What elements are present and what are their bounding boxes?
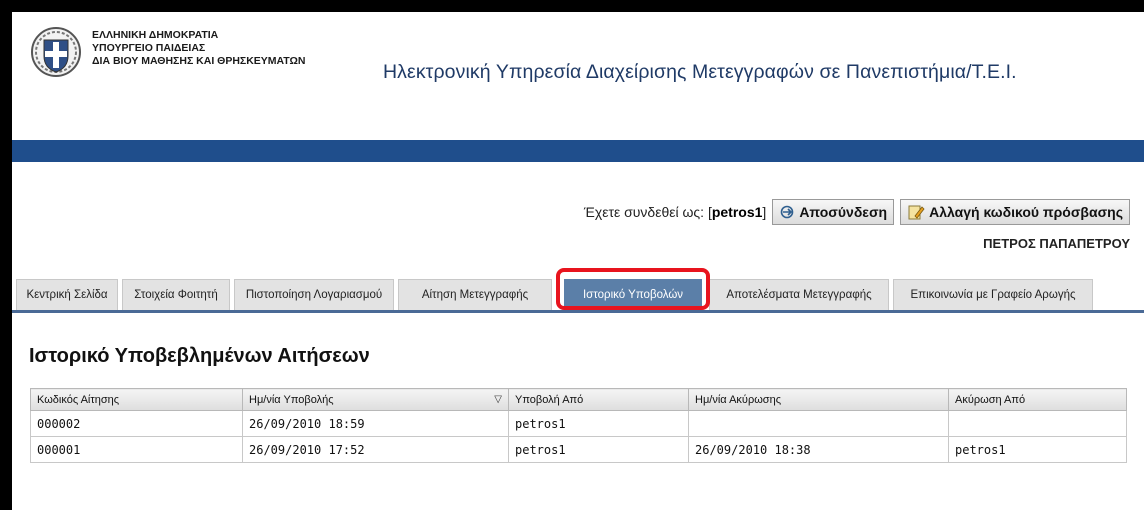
user-bar: Έχετε συνδεθεί ως: [petros1] Αποσύνδεση … [584,199,1130,225]
ministry-line-2: ΥΠΟΥΡΓΕΙΟ ΠΑΙΔΕΙΑΣ [92,42,206,54]
cell-cancelled-by: petros1 [948,436,1127,463]
page: ΕΛΛΗΝΙΚΗ ΔΗΜΟΚΡΑΤΙΑ ΥΠΟΥΡΓΕΙΟ ΠΑΙΔΕΙΑΣ Δ… [12,12,1144,510]
ministry-line-3: ΔΙΑ ΒΙΟΥ ΜΑΘΗΣΗΣ ΚΑΙ ΘΡΗΣΚΕΥΜΑΤΩΝ [92,55,306,67]
cell-application-code: 000001 [30,436,243,463]
column-header-cancelled-by[interactable]: Ακύρωση Από [948,388,1127,411]
column-header-submission-date[interactable]: Ημ/νία Υποβολής ▽ [242,388,509,411]
tab-transfer-results[interactable]: Αποτελέσματα Μετεγγραφής [709,279,889,310]
username: petros1 [711,204,763,220]
ministry-line-1: ΕΛΛΗΝΙΚΗ ΔΗΜΟΚΡΑΤΙΑ [92,29,219,41]
table-row[interactable]: 000001 26/09/2010 17:52 petros1 26/09/20… [30,436,1127,463]
change-password-button[interactable]: Αλλαγή κωδικού πρόσβασης [900,199,1130,225]
header-band [12,140,1144,162]
cell-submission-date: 26/09/2010 17:52 [242,436,509,463]
column-header-cancellation-date[interactable]: Ημ/νία Ακύρωσης [688,388,949,411]
tab-transfer-application[interactable]: Αίτηση Μετεγγραφής [398,279,552,310]
logged-in-suffix: ] [762,204,767,220]
user-full-name: ΠΕΤΡΟΣ ΠΑΠΑΠΕΤΡΟΥ [983,236,1130,251]
tab-contact-helpdesk[interactable]: Επικοινωνία με Γραφείο Αρωγής [893,279,1093,310]
page-title: Ιστορικό Υποβεβλημένων Αιτήσεων [29,345,370,367]
cell-cancellation-date [688,410,949,437]
cell-submission-date: 26/09/2010 18:59 [242,410,509,437]
logged-in-as-text: Έχετε συνδεθεί ως: [petros1] [584,204,766,220]
tab-home[interactable]: Κεντρική Σελίδα [16,279,118,310]
change-password-label: Αλλαγή κωδικού πρόσβασης [929,204,1123,220]
ministry-name: ΕΛΛΗΝΙΚΗ ΔΗΜΟΚΡΑΤΙΑ ΥΠΟΥΡΓΕΙΟ ΠΑΙΔΕΙΑΣ Δ… [92,29,306,68]
logged-in-prefix: Έχετε συνδεθεί ως: [ [583,204,712,220]
header: ΕΛΛΗΝΙΚΗ ΔΗΜΟΚΡΑΤΙΑ ΥΠΟΥΡΓΕΙΟ ΠΑΙΔΕΙΑΣ Δ… [12,12,1144,140]
cell-submitted-by: petros1 [508,410,689,437]
site-title: Ηλεκτρονική Υπηρεσία Διαχείρισης Μετεγγρ… [383,61,1017,83]
column-header-application-code[interactable]: Κωδικός Αίτησης [30,388,243,411]
logout-label: Αποσύνδεση [799,204,888,220]
tab-account-verification[interactable]: Πιστοποίηση Λογαριασμού [234,279,394,310]
logout-button[interactable]: Αποσύνδεση [772,199,895,225]
cell-cancellation-date: 26/09/2010 18:38 [688,436,949,463]
tab-submission-history[interactable]: Ιστορικό Υποβολών [564,279,702,310]
greek-coat-of-arms-icon [31,27,81,77]
edit-password-icon [908,205,925,220]
cell-application-code: 000002 [30,410,243,437]
logout-icon [781,205,794,219]
submissions-table: Κωδικός Αίτησης Ημ/νία Υποβολής ▽ Υποβολή… [30,388,1127,463]
table-header-row: Κωδικός Αίτησης Ημ/νία Υποβολής ▽ Υποβολή… [30,388,1127,411]
cell-cancelled-by [948,410,1127,437]
column-header-submission-date-label: Ημ/νία Υποβολής [249,393,334,406]
sort-descending-icon: ▽ [494,393,502,405]
main-tabs: Κεντρική Σελίδα Στοιχεία Φοιτητή Πιστοπο… [12,276,1144,313]
tab-student-details[interactable]: Στοιχεία Φοιτητή [122,279,230,310]
column-header-submitted-by[interactable]: Υποβολή Από [508,388,689,411]
cell-submitted-by: petros1 [508,436,689,463]
table-row[interactable]: 000002 26/09/2010 18:59 petros1 [30,410,1127,437]
